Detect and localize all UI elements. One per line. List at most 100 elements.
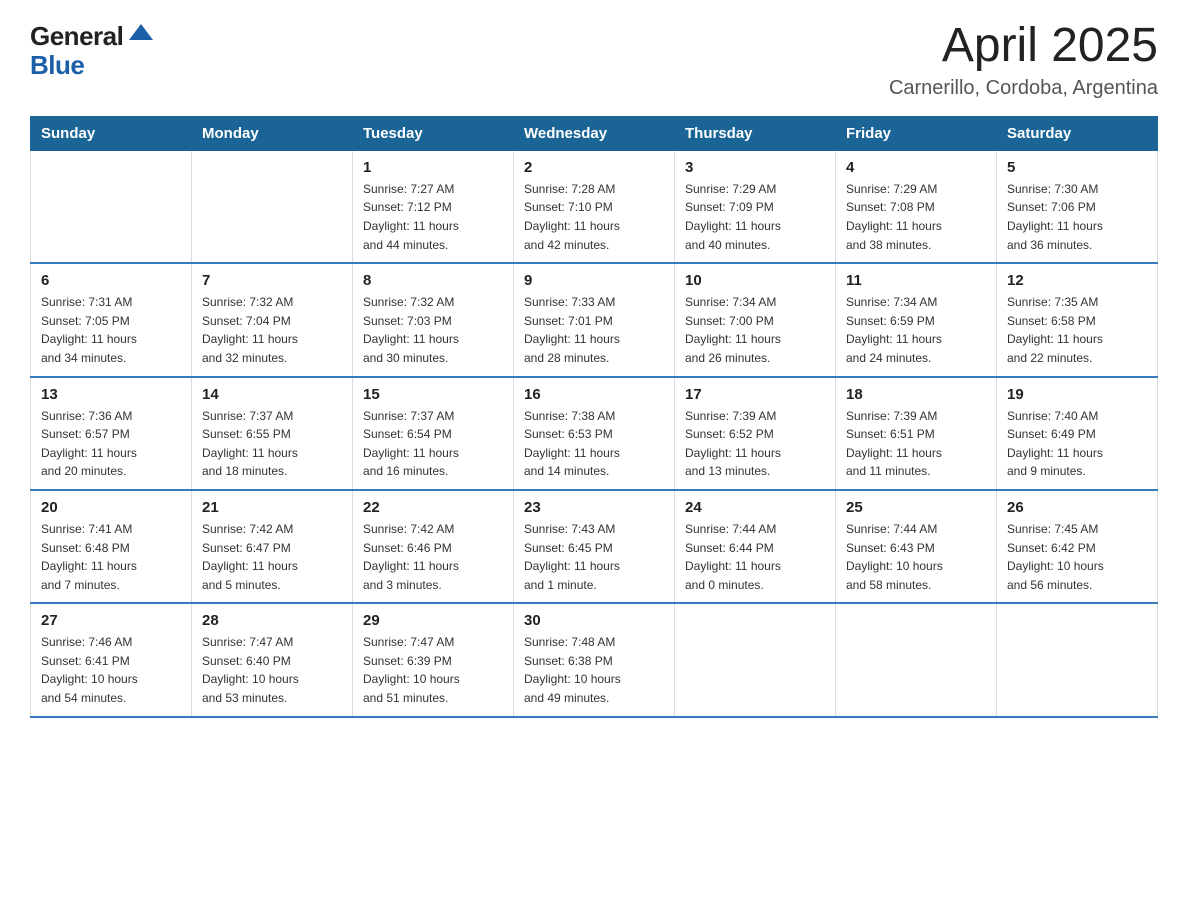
day-info: Sunrise: 7:43 AM Sunset: 6:45 PM Dayligh… (524, 520, 664, 594)
day-number: 24 (685, 499, 825, 516)
day-number: 12 (1007, 272, 1147, 289)
day-number: 26 (1007, 499, 1147, 516)
day-number: 4 (846, 159, 986, 176)
calendar-cell (836, 603, 997, 716)
day-info: Sunrise: 7:39 AM Sunset: 6:51 PM Dayligh… (846, 407, 986, 481)
calendar-week-row: 27Sunrise: 7:46 AM Sunset: 6:41 PM Dayli… (31, 603, 1158, 716)
calendar-cell: 19 Sunrise: 7:40 AM Sunset: 6:49 PM Dayli… (997, 377, 1158, 490)
day-number: 15 (363, 386, 503, 403)
day-number: 18 (846, 386, 986, 403)
calendar-cell: 18 Sunrise: 7:39 AM Sunset: 6:51 PM Dayli… (836, 377, 997, 490)
logo-text-blue: Blue (30, 52, 84, 78)
calendar-cell (675, 603, 836, 716)
calendar-cell: 3 Sunrise: 7:29 AM Sunset: 7:09 PM Daylig… (675, 150, 836, 263)
calendar-cell: 21Sunrise: 7:42 AM Sunset: 6:47 PM Dayli… (192, 490, 353, 603)
day-number: 23 (524, 499, 664, 516)
calendar-cell: 4Sunrise: 7:29 AM Sunset: 7:08 PM Daylig… (836, 150, 997, 263)
day-number: 7 (202, 272, 342, 289)
day-info: Sunrise: 7:27 AM Sunset: 7:12 PM Dayligh… (363, 180, 503, 254)
calendar-cell: 15 Sunrise: 7:37 AM Sunset: 6:54 PM Dayli… (353, 377, 514, 490)
calendar-cell: 25 Sunrise: 7:44 AM Sunset: 6:43 PM Dayli… (836, 490, 997, 603)
day-number: 10 (685, 272, 825, 289)
calendar-cell: 6Sunrise: 7:31 AM Sunset: 7:05 PM Daylig… (31, 263, 192, 376)
day-info: Sunrise: 7:34 AM Sunset: 7:00 PM Dayligh… (685, 293, 825, 367)
calendar-cell (997, 603, 1158, 716)
day-info: Sunrise: 7:28 AM Sunset: 7:10 PM Dayligh… (524, 180, 664, 254)
calendar-cell: 2 Sunrise: 7:28 AM Sunset: 7:10 PM Daylig… (514, 150, 675, 263)
day-number: 20 (41, 499, 181, 516)
day-info: Sunrise: 7:44 AM Sunset: 6:44 PM Dayligh… (685, 520, 825, 594)
day-header-thursday: Thursday (675, 116, 836, 150)
day-info: Sunrise: 7:29 AM Sunset: 7:09 PM Dayligh… (685, 180, 825, 254)
day-number: 3 (685, 159, 825, 176)
day-info: Sunrise: 7:40 AM Sunset: 6:49 PM Dayligh… (1007, 407, 1147, 481)
day-info: Sunrise: 7:48 AM Sunset: 6:38 PM Dayligh… (524, 633, 664, 707)
calendar-cell (192, 150, 353, 263)
day-header-monday: Monday (192, 116, 353, 150)
calendar-cell: 23 Sunrise: 7:43 AM Sunset: 6:45 PM Dayli… (514, 490, 675, 603)
month-title: April 2025 (889, 20, 1158, 73)
day-number: 2 (524, 159, 664, 176)
calendar-cell: 20 Sunrise: 7:41 AM Sunset: 6:48 PM Dayli… (31, 490, 192, 603)
calendar-week-row: 6Sunrise: 7:31 AM Sunset: 7:05 PM Daylig… (31, 263, 1158, 376)
day-number: 27 (41, 612, 181, 629)
day-info: Sunrise: 7:32 AM Sunset: 7:03 PM Dayligh… (363, 293, 503, 367)
day-info: Sunrise: 7:42 AM Sunset: 6:46 PM Dayligh… (363, 520, 503, 594)
calendar-cell: 12 Sunrise: 7:35 AM Sunset: 6:58 PM Dayli… (997, 263, 1158, 376)
day-number: 14 (202, 386, 342, 403)
calendar-cell: 8 Sunrise: 7:32 AM Sunset: 7:03 PM Daylig… (353, 263, 514, 376)
day-number: 17 (685, 386, 825, 403)
day-info: Sunrise: 7:33 AM Sunset: 7:01 PM Dayligh… (524, 293, 664, 367)
day-number: 5 (1007, 159, 1147, 176)
day-number: 29 (363, 612, 503, 629)
calendar-week-row: 1Sunrise: 7:27 AM Sunset: 7:12 PM Daylig… (31, 150, 1158, 263)
day-number: 28 (202, 612, 342, 629)
day-number: 6 (41, 272, 181, 289)
day-info: Sunrise: 7:36 AM Sunset: 6:57 PM Dayligh… (41, 407, 181, 481)
calendar-cell: 27Sunrise: 7:46 AM Sunset: 6:41 PM Dayli… (31, 603, 192, 716)
day-number: 22 (363, 499, 503, 516)
calendar-cell: 7 Sunrise: 7:32 AM Sunset: 7:04 PM Daylig… (192, 263, 353, 376)
calendar-table: SundayMondayTuesdayWednesdayThursdayFrid… (30, 116, 1158, 718)
day-number: 19 (1007, 386, 1147, 403)
day-info: Sunrise: 7:37 AM Sunset: 6:54 PM Dayligh… (363, 407, 503, 481)
day-info: Sunrise: 7:34 AM Sunset: 6:59 PM Dayligh… (846, 293, 986, 367)
day-info: Sunrise: 7:38 AM Sunset: 6:53 PM Dayligh… (524, 407, 664, 481)
day-info: Sunrise: 7:44 AM Sunset: 6:43 PM Dayligh… (846, 520, 986, 594)
day-header-wednesday: Wednesday (514, 116, 675, 150)
day-info: Sunrise: 7:30 AM Sunset: 7:06 PM Dayligh… (1007, 180, 1147, 254)
calendar-cell: 24 Sunrise: 7:44 AM Sunset: 6:44 PM Dayli… (675, 490, 836, 603)
calendar-week-row: 20 Sunrise: 7:41 AM Sunset: 6:48 PM Dayli… (31, 490, 1158, 603)
day-info: Sunrise: 7:41 AM Sunset: 6:48 PM Dayligh… (41, 520, 181, 594)
calendar-cell: 11 Sunrise: 7:34 AM Sunset: 6:59 PM Dayli… (836, 263, 997, 376)
calendar-header-row: SundayMondayTuesdayWednesdayThursdayFrid… (31, 116, 1158, 150)
day-number: 25 (846, 499, 986, 516)
calendar-cell: 29 Sunrise: 7:47 AM Sunset: 6:39 PM Dayli… (353, 603, 514, 716)
day-number: 13 (41, 386, 181, 403)
day-number: 21 (202, 499, 342, 516)
title-block: April 2025 Carnerillo, Cordoba, Argentin… (889, 20, 1158, 100)
day-header-sunday: Sunday (31, 116, 192, 150)
day-info: Sunrise: 7:35 AM Sunset: 6:58 PM Dayligh… (1007, 293, 1147, 367)
calendar-cell: 5 Sunrise: 7:30 AM Sunset: 7:06 PM Daylig… (997, 150, 1158, 263)
calendar-cell: 1Sunrise: 7:27 AM Sunset: 7:12 PM Daylig… (353, 150, 514, 263)
day-info: Sunrise: 7:45 AM Sunset: 6:42 PM Dayligh… (1007, 520, 1147, 594)
logo: General Blue (30, 20, 157, 78)
calendar-cell: 14Sunrise: 7:37 AM Sunset: 6:55 PM Dayli… (192, 377, 353, 490)
day-number: 11 (846, 272, 986, 289)
day-info: Sunrise: 7:32 AM Sunset: 7:04 PM Dayligh… (202, 293, 342, 367)
day-info: Sunrise: 7:47 AM Sunset: 6:39 PM Dayligh… (363, 633, 503, 707)
page-header: General Blue April 2025 Carnerillo, Cord… (30, 20, 1158, 100)
logo-text-general: General (30, 23, 123, 49)
day-header-friday: Friday (836, 116, 997, 150)
logo-icon (125, 20, 157, 52)
calendar-cell: 16Sunrise: 7:38 AM Sunset: 6:53 PM Dayli… (514, 377, 675, 490)
day-number: 9 (524, 272, 664, 289)
calendar-cell: 26 Sunrise: 7:45 AM Sunset: 6:42 PM Dayli… (997, 490, 1158, 603)
day-number: 8 (363, 272, 503, 289)
calendar-cell: 28Sunrise: 7:47 AM Sunset: 6:40 PM Dayli… (192, 603, 353, 716)
calendar-cell: 9 Sunrise: 7:33 AM Sunset: 7:01 PM Daylig… (514, 263, 675, 376)
day-info: Sunrise: 7:39 AM Sunset: 6:52 PM Dayligh… (685, 407, 825, 481)
calendar-cell: 30Sunrise: 7:48 AM Sunset: 6:38 PM Dayli… (514, 603, 675, 716)
calendar-week-row: 13 Sunrise: 7:36 AM Sunset: 6:57 PM Dayli… (31, 377, 1158, 490)
